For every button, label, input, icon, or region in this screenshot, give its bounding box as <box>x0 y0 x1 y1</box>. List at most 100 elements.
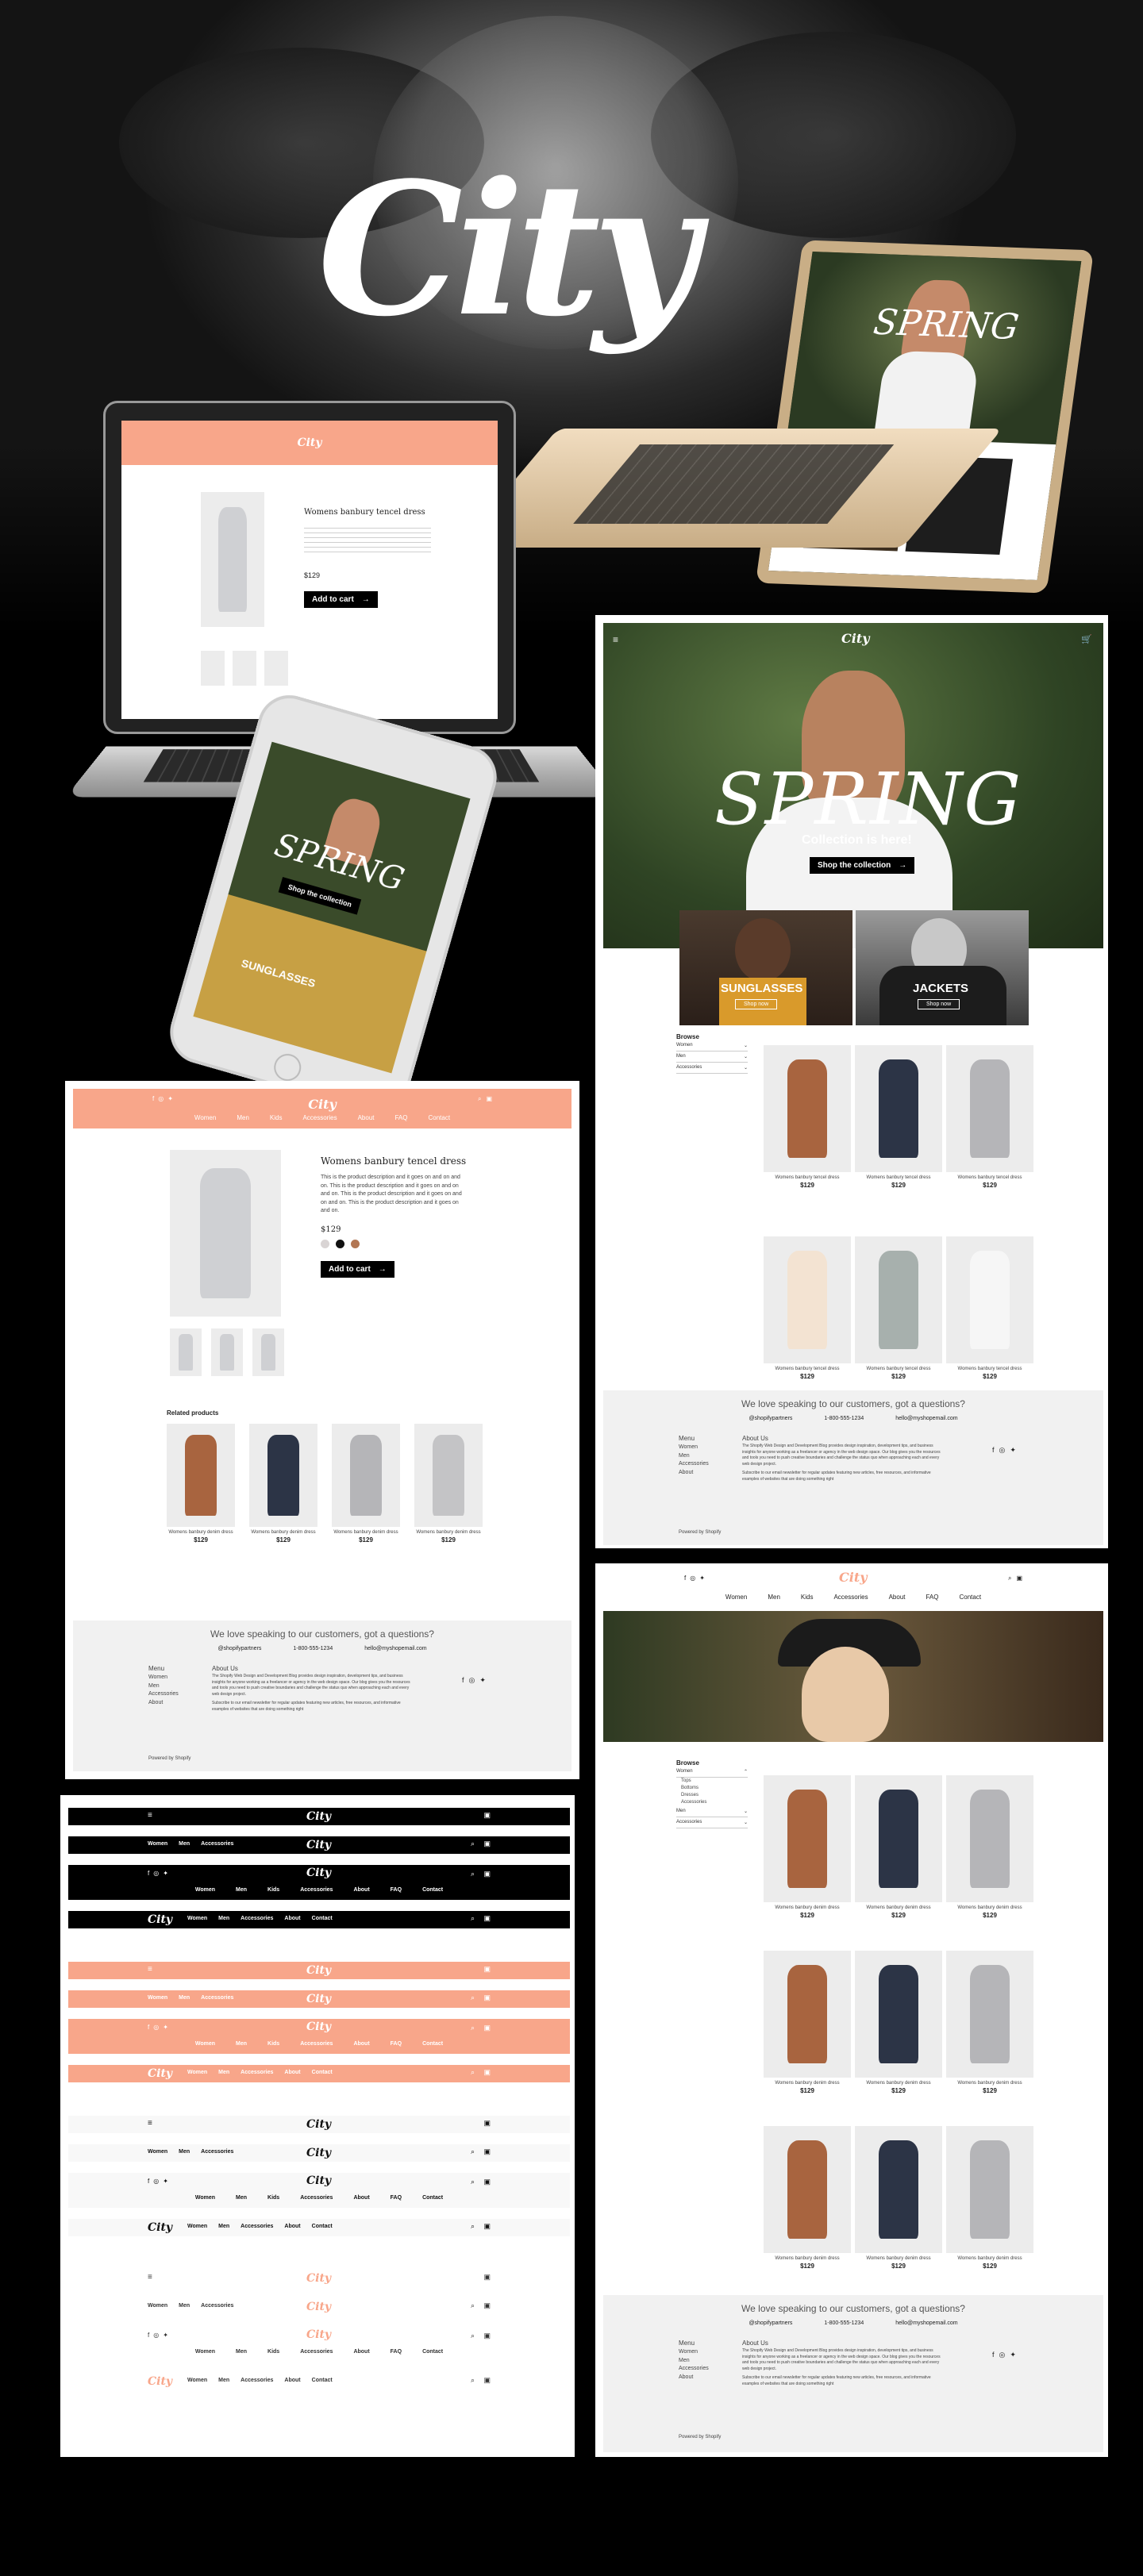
product-card[interactable]: Womens banbury denim dress $129 <box>764 1775 851 1919</box>
footer-contact[interactable]: 1-800-555-1234 <box>824 1416 864 1421</box>
filter-sub-link[interactable]: Tops <box>676 1778 748 1785</box>
search-icon[interactable]: ⌕ <box>471 2178 475 2186</box>
product-card[interactable]: Womens banbury denim dress $129 <box>946 1775 1033 1919</box>
nav-link[interactable]: Contact <box>422 1887 443 1893</box>
menu-icon[interactable]: ≡ <box>148 2273 152 2282</box>
twitter-icon[interactable]: ✦ <box>163 2332 168 2339</box>
twitter-icon[interactable]: ✦ <box>167 1095 173 1102</box>
nav-link[interactable]: Accessories <box>241 1916 273 1921</box>
tile-button[interactable]: Shop now <box>735 999 778 1009</box>
cart-icon[interactable]: ▣ <box>483 2222 491 2231</box>
twitter-icon[interactable]: ✦ <box>479 1676 486 1685</box>
product-card[interactable]: Womens banbury denim dress $129 <box>249 1424 318 1544</box>
nav-link[interactable]: FAQ <box>926 1594 938 1601</box>
nav-link[interactable]: Kids <box>267 1887 279 1893</box>
product-card[interactable]: Womens banbury denim dress $129 <box>946 1951 1033 2094</box>
product-card[interactable]: Womens banbury tencel dress $129 <box>764 1236 851 1380</box>
browse-option[interactable]: Women ⌄ <box>676 1040 748 1052</box>
cart-icon[interactable]: ▣ <box>483 2068 491 2077</box>
menu-icon[interactable]: ≡ <box>613 634 618 645</box>
product-thumb[interactable] <box>211 1328 243 1376</box>
instagram-icon[interactable]: ◎ <box>690 1574 695 1582</box>
filter-sub-link[interactable]: Bottoms <box>676 1785 748 1792</box>
cart-icon[interactable]: ▣ <box>483 2119 491 2128</box>
nav-link[interactable]: Accessories <box>201 1841 233 1847</box>
nav-link[interactable]: Men <box>237 1114 249 1121</box>
product-card[interactable]: Womens banbury tencel dress $129 <box>855 1236 942 1380</box>
nav-link[interactable]: Men <box>236 2349 247 2355</box>
filter-sub-link[interactable]: Accessories <box>676 1799 748 1806</box>
cart-icon[interactable]: ▣ <box>486 1095 492 1103</box>
nav-link[interactable]: Men <box>179 1841 190 1847</box>
cart-icon[interactable]: ▣ <box>1016 1574 1022 1582</box>
nav-link[interactable]: About <box>284 1916 300 1921</box>
nav-link[interactable]: Accessories <box>201 2303 233 2309</box>
search-icon[interactable]: ⌕ <box>1008 1574 1011 1582</box>
filter-option[interactable]: Accessories ⌄ <box>676 1817 748 1828</box>
twitter-icon[interactable]: ✦ <box>1010 1446 1016 1455</box>
nav-link[interactable]: Contact <box>312 2070 333 2075</box>
product-card[interactable]: Womens banbury denim dress $129 <box>414 1424 483 1544</box>
search-icon[interactable]: ⌕ <box>471 1994 475 2002</box>
facebook-icon[interactable]: f <box>152 1095 154 1102</box>
nav-link[interactable]: About <box>358 1114 375 1121</box>
nav-link[interactable]: Accessories <box>300 2349 333 2355</box>
product-card[interactable]: Womens banbury denim dress $129 <box>764 1951 851 2094</box>
laptop-thumb[interactable] <box>233 651 256 686</box>
instagram-icon[interactable]: ◎ <box>153 2332 159 2339</box>
nav-link[interactable]: FAQ <box>394 1114 407 1121</box>
laptop-add-to-cart[interactable]: Add to cart → <box>304 591 378 608</box>
product-card[interactable]: Womens banbury denim dress $129 <box>167 1424 235 1544</box>
cart-icon[interactable]: ▣ <box>483 1914 491 1923</box>
product-card[interactable]: Womens banbury denim dress $129 <box>764 2126 851 2270</box>
product-thumb[interactable] <box>252 1328 284 1376</box>
footer-contact[interactable]: 1-800-555-1234 <box>824 2320 864 2326</box>
nav-link[interactable]: Men <box>218 1916 229 1921</box>
nav-link[interactable]: Women <box>195 2349 215 2355</box>
footer-menu-link[interactable]: About <box>679 2374 726 2382</box>
search-icon[interactable]: ⌕ <box>471 1840 475 1848</box>
facebook-icon[interactable]: f <box>148 1870 149 1877</box>
tile-sunglasses[interactable]: SUNGLASSES Shop now <box>679 910 852 1025</box>
tile-button[interactable]: Shop now <box>918 999 960 1009</box>
nav-link[interactable]: Contact <box>422 2349 443 2355</box>
nav-link[interactable]: Men <box>218 2378 229 2383</box>
product-card[interactable]: Womens banbury denim dress $129 <box>946 2126 1033 2270</box>
nav-link[interactable]: Accessories <box>302 1114 337 1121</box>
nav-link[interactable]: Contact <box>312 1916 333 1921</box>
footer-menu-link[interactable]: Women <box>148 1674 196 1682</box>
cart-icon[interactable]: ▣ <box>483 1811 491 1820</box>
tile-jackets[interactable]: JACKETS Shop now <box>856 910 1029 1025</box>
product-thumb[interactable] <box>170 1328 202 1376</box>
nav-link[interactable]: Women <box>194 1114 216 1121</box>
nav-link[interactable]: Women <box>187 2070 207 2075</box>
nav-link[interactable]: Contact <box>312 2224 333 2229</box>
footer-menu-link[interactable]: Men <box>679 1452 726 1461</box>
footer-menu-link[interactable]: About <box>148 1699 196 1708</box>
footer-menu-link[interactable]: Women <box>679 2348 726 2357</box>
search-icon[interactable]: ⌕ <box>471 2024 475 2032</box>
cart-icon[interactable]: ▣ <box>483 2024 491 2032</box>
nav-link[interactable]: Men <box>236 1887 247 1893</box>
nav-link[interactable]: Men <box>218 2224 229 2229</box>
filter-option[interactable]: Women ⌃ <box>676 1767 748 1778</box>
facebook-icon[interactable]: f <box>992 2351 995 2359</box>
footer-contact[interactable]: @shopifypartners <box>749 1416 792 1421</box>
facebook-icon[interactable]: f <box>684 1574 686 1582</box>
nav-link[interactable]: About <box>284 2224 300 2229</box>
nav-link[interactable]: Men <box>236 2041 247 2047</box>
twitter-icon[interactable]: ✦ <box>163 1870 168 1877</box>
nav-link[interactable]: Women <box>187 2378 207 2383</box>
cart-icon[interactable]: 🛒 <box>1081 634 1092 644</box>
home-hero-cta[interactable]: Shop the collection → <box>810 857 915 874</box>
footer-menu-link[interactable]: Accessories <box>148 1690 196 1699</box>
add-to-cart-button[interactable]: Add to cart → <box>321 1261 394 1278</box>
nav-link[interactable]: Women <box>148 2149 167 2155</box>
cart-icon[interactable]: ▣ <box>483 1994 491 2002</box>
nav-link[interactable]: Kids <box>270 1114 283 1121</box>
twitter-icon[interactable]: ✦ <box>163 2024 168 2031</box>
search-icon[interactable]: ⌕ <box>471 1914 475 1923</box>
nav-link[interactable]: Men <box>218 2070 229 2075</box>
nav-link[interactable]: Women <box>148 2303 167 2309</box>
nav-link[interactable]: Women <box>187 2224 207 2229</box>
